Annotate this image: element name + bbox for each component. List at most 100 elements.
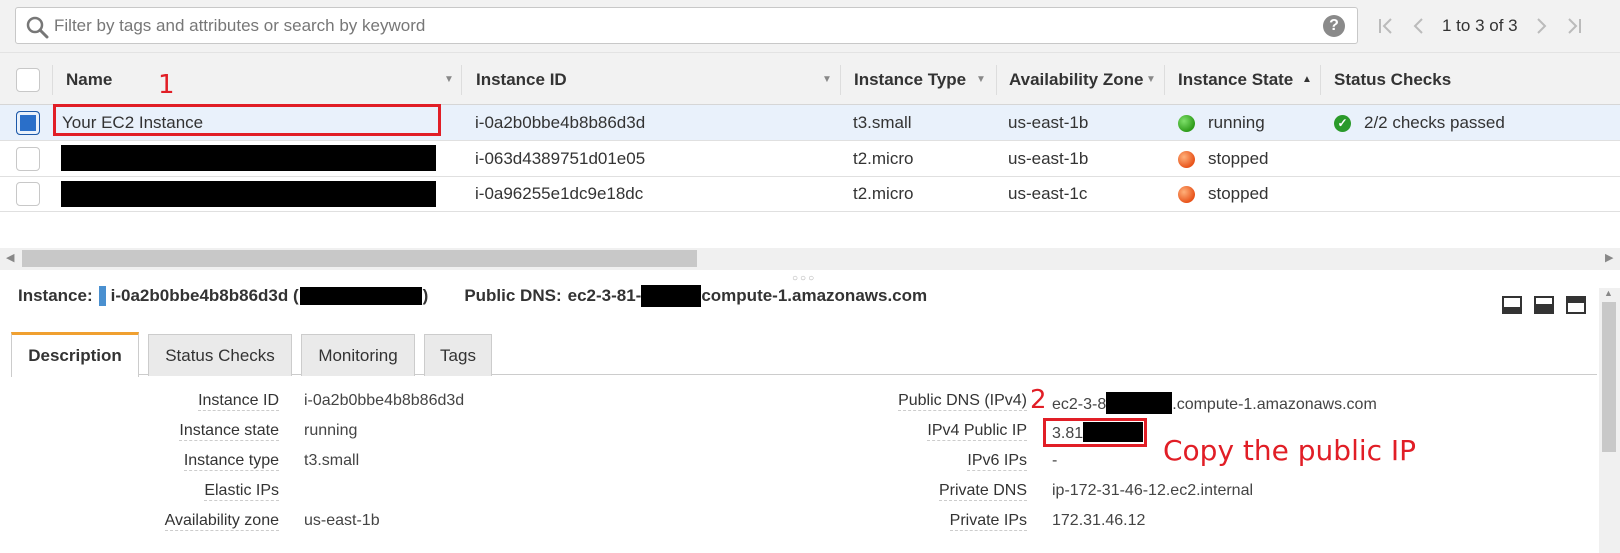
column-header-instance-id[interactable]: Instance ID ▼ (476, 53, 832, 106)
pagination-range: 1 to 3 of 3 (1442, 16, 1518, 35)
field-label-instance-state: Instance state (179, 422, 279, 441)
sort-down-icon[interactable]: ▼ (976, 74, 986, 85)
layout-split-icon[interactable] (1534, 296, 1554, 314)
public-dns-value-suffix: .compute-1.amazonaws.com (1172, 396, 1377, 413)
row-checkbox[interactable] (16, 147, 40, 171)
column-header-instance-state[interactable]: Instance State ▲ (1178, 53, 1314, 106)
column-header-label: Instance State (1178, 69, 1294, 89)
search-box[interactable]: ? (15, 7, 1358, 44)
layout-bottom-icon[interactable] (1502, 296, 1522, 314)
tab-tags[interactable]: Tags (424, 334, 492, 376)
scroll-up-icon[interactable]: ▲ (1604, 288, 1613, 298)
field-label-public-dns: Public DNS (IPv4) (898, 392, 1027, 411)
sort-up-icon[interactable]: ▲ (1302, 74, 1312, 85)
table-row[interactable]: i-0a96255e1dc9e18dc t2.micro us-east-1c … (0, 176, 1620, 212)
row-checkbox[interactable] (16, 182, 40, 206)
select-all-checkbox[interactable] (16, 68, 40, 92)
column-header-status-checks[interactable]: Status Checks (1334, 53, 1534, 106)
field-label-private-ips: Private IPs (949, 512, 1027, 531)
column-header-availability-zone[interactable]: Availability Zone ▼ (1009, 53, 1161, 106)
prev-page-icon[interactable] (1402, 10, 1434, 42)
instance-state: stopped (1178, 141, 1269, 177)
filter-toolbar: ? 1 to 3 of 3 (0, 0, 1620, 52)
highlight-box-public-ip (1043, 418, 1147, 447)
instance-state-label: stopped (1208, 149, 1269, 168)
annotation-copy-note: Copy the public IP (1163, 434, 1417, 467)
redacted-instance-name (299, 287, 422, 305)
field-value-private-ips: 172.31.46.12 (1052, 512, 1146, 529)
redacted-name (61, 145, 436, 171)
layout-top-icon[interactable] (1566, 296, 1586, 314)
detail-header: Instance: i-0a2b0bbe4b8b86d3d ( ) Public… (18, 284, 927, 308)
instance-id: i-0a96255e1dc9e18dc (475, 184, 644, 203)
check-passed-icon: ✓ (1334, 114, 1351, 132)
table-header: Name ▼ Instance ID ▼ Instance Type ▼ Ava… (0, 52, 1620, 105)
field-label-private-dns: Private DNS (938, 482, 1027, 501)
help-icon[interactable]: ? (1323, 15, 1345, 37)
search-input[interactable] (54, 14, 1304, 38)
column-header-label: Availability Zone (1009, 69, 1144, 89)
field-value-instance-state: running (304, 422, 358, 439)
annotation-step-2: 2 (1030, 385, 1047, 415)
availability-zone: us-east-1b (1008, 113, 1089, 132)
public-dns-label: Public DNS: (464, 286, 562, 305)
tab-status-checks[interactable]: Status Checks (148, 334, 292, 376)
row-checkbox[interactable] (16, 111, 40, 135)
public-dns-value-prefix: ec2-3-8 (1052, 396, 1107, 413)
instance-type: t2.micro (853, 184, 914, 203)
column-header-label: Instance Type (854, 69, 967, 89)
pane-resize-handle[interactable]: ○○○ (792, 273, 816, 284)
redacted-name (61, 181, 436, 207)
instance-state: running (1178, 105, 1265, 141)
public-dns-prefix: ec2-3-81- (567, 286, 642, 305)
instance-type: t3.small (853, 113, 912, 132)
column-divider (840, 65, 841, 95)
table-row[interactable]: i-063d4389751d01e05 t2.micro us-east-1b … (0, 141, 1620, 177)
detail-instance-close: ) (422, 286, 429, 305)
scrollbar-thumb[interactable] (22, 250, 697, 267)
sort-down-icon[interactable]: ▼ (822, 74, 832, 85)
pagination: 1 to 3 of 3 (1370, 0, 1590, 52)
running-status-icon (1178, 114, 1195, 132)
column-divider (996, 65, 997, 95)
instance-state-label: stopped (1208, 184, 1269, 203)
instance-id: i-063d4389751d01e05 (475, 149, 646, 168)
tab-monitoring[interactable]: Monitoring (301, 334, 415, 376)
stopped-status-icon (1178, 185, 1195, 203)
instance-label: Instance: (18, 286, 93, 305)
stopped-status-icon (1178, 150, 1195, 168)
column-header-label: Status Checks (1334, 69, 1452, 89)
instance-id: i-0a2b0bbe4b8b86d3d (475, 113, 646, 132)
column-header-name[interactable]: Name ▼ (66, 53, 458, 106)
field-value-instance-type: t3.small (304, 452, 360, 469)
horizontal-scrollbar[interactable]: ◀ ▶ (0, 248, 1620, 270)
last-page-icon[interactable] (1558, 10, 1590, 42)
search-icon (26, 16, 49, 39)
instance-state-label: running (1208, 113, 1265, 132)
column-divider (1164, 65, 1165, 95)
sort-down-icon[interactable]: ▼ (444, 74, 454, 85)
column-header-instance-type[interactable]: Instance Type ▼ (854, 53, 989, 106)
sort-down-icon[interactable]: ▼ (1146, 74, 1156, 85)
next-page-icon[interactable] (1526, 10, 1558, 42)
scroll-right-icon[interactable]: ▶ (1605, 251, 1613, 264)
field-value-private-dns: ip-172-31-46-12.ec2.internal (1052, 482, 1254, 499)
redacted-dns (641, 285, 702, 307)
field-value-availability-zone: us-east-1b (304, 512, 380, 529)
first-page-icon[interactable] (1370, 10, 1402, 42)
annotation-step-1: 1 (158, 70, 175, 100)
field-label-elastic-ips: Elastic IPs (204, 482, 279, 501)
pane-layout-controls (1502, 296, 1586, 314)
field-label-instance-type: Instance type (183, 452, 279, 471)
column-divider (1320, 65, 1321, 95)
scrollbar-thumb[interactable] (1602, 302, 1616, 452)
availability-zone: us-east-1b (1008, 149, 1089, 168)
tab-description[interactable]: Description (11, 332, 139, 377)
field-label-instance-id: Instance ID (198, 392, 279, 411)
vertical-scrollbar[interactable]: ▲ (1599, 288, 1620, 553)
column-divider (52, 65, 53, 95)
status-checks-label: 2/2 checks passed (1364, 113, 1505, 132)
instance-type: t2.micro (853, 149, 914, 168)
status-checks[interactable]: ✓ 2/2 checks passed (1334, 105, 1505, 141)
scroll-left-icon[interactable]: ◀ (6, 251, 14, 264)
